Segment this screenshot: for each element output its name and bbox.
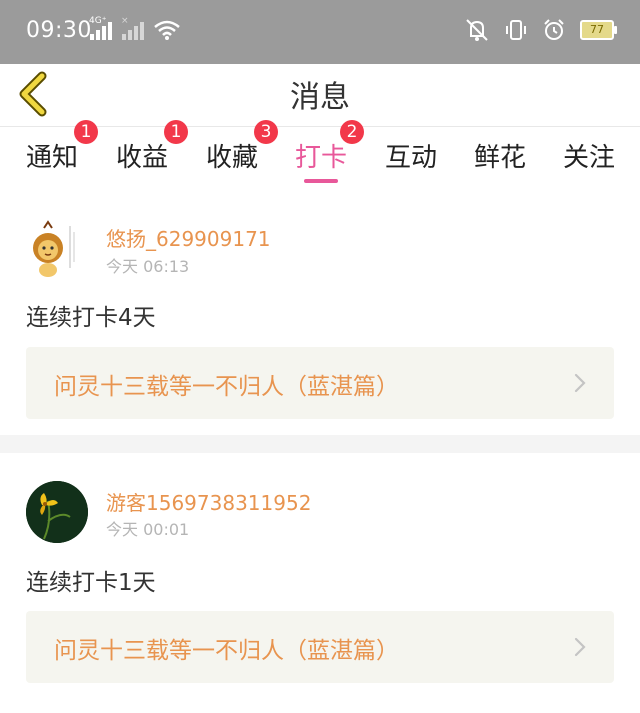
signal-2-icon: × bbox=[121, 16, 144, 40]
chevron-right-icon bbox=[574, 373, 586, 393]
network-type-label: 4G⁺ bbox=[89, 16, 107, 26]
tab-checkin-badge: 2 bbox=[340, 120, 364, 144]
tab-notifications-badge: 1 bbox=[74, 120, 98, 144]
book-title: 问灵十三载等一不归人（蓝湛篇） bbox=[54, 374, 399, 400]
tab-earnings[interactable]: 收益 bbox=[116, 137, 168, 174]
username[interactable]: 游客1569738311952 bbox=[106, 487, 311, 516]
page-title: 消息 bbox=[290, 80, 350, 115]
header: 消息 bbox=[0, 64, 640, 127]
list-item: 游客1569738311952 今天 00:01 连续打卡1天 问灵十三载等一不… bbox=[0, 453, 640, 713]
book-link[interactable]: 问灵十三载等一不归人（蓝湛篇） bbox=[26, 611, 614, 683]
status-bar: 09:30 4G⁺ × 77 bbox=[0, 0, 640, 64]
timestamp: 今天 00:01 bbox=[106, 520, 190, 539]
tab-flowers[interactable]: 鲜花 bbox=[474, 137, 526, 174]
tab-checkin[interactable]: 打卡 bbox=[295, 137, 347, 174]
status-icons-right: 77 bbox=[464, 18, 617, 42]
tab-favorites-badge: 3 bbox=[254, 120, 278, 144]
vibrate-icon bbox=[506, 20, 526, 40]
active-tab-indicator bbox=[304, 179, 338, 183]
signal-icon: 4G⁺ bbox=[89, 16, 112, 40]
checkin-message: 连续打卡1天 bbox=[26, 570, 156, 596]
tab-notifications[interactable]: 通知 bbox=[26, 137, 78, 174]
username[interactable]: 悠扬_629909171 bbox=[106, 223, 271, 252]
list-item: 悠扬_629909171 今天 06:13 连续打卡4天 问灵十三载等一不归人（… bbox=[0, 188, 640, 435]
book-link[interactable]: 问灵十三载等一不归人（蓝湛篇） bbox=[26, 347, 614, 419]
mute-icon bbox=[466, 19, 488, 41]
checkin-message: 连续打卡4天 bbox=[26, 305, 156, 331]
orchid-avatar bbox=[26, 481, 88, 543]
tab-earnings-badge: 1 bbox=[164, 120, 188, 144]
alarm-icon bbox=[544, 19, 564, 40]
chevron-right-icon bbox=[574, 637, 586, 657]
tab-favorites[interactable]: 收藏 bbox=[206, 137, 258, 174]
user-avatar[interactable] bbox=[26, 218, 88, 280]
tab-bar: 通知 1 收益 1 收藏 3 打卡 2 互动 鲜花 关注 bbox=[0, 120, 640, 187]
timestamp: 今天 06:13 bbox=[106, 257, 190, 276]
wifi-icon bbox=[154, 20, 180, 40]
tab-interactions[interactable]: 互动 bbox=[385, 137, 437, 174]
book-title: 问灵十三载等一不归人（蓝湛篇） bbox=[54, 638, 399, 664]
sim2-label: × bbox=[121, 16, 129, 26]
lion-cartoon-avatar bbox=[33, 220, 75, 277]
battery-icon: 77 bbox=[580, 20, 617, 40]
divider bbox=[0, 435, 640, 453]
user-avatar[interactable] bbox=[26, 481, 88, 543]
status-icons-left: 4G⁺ × bbox=[89, 16, 180, 40]
tab-following[interactable]: 关注 bbox=[563, 137, 615, 174]
status-time: 09:30 bbox=[26, 18, 92, 43]
